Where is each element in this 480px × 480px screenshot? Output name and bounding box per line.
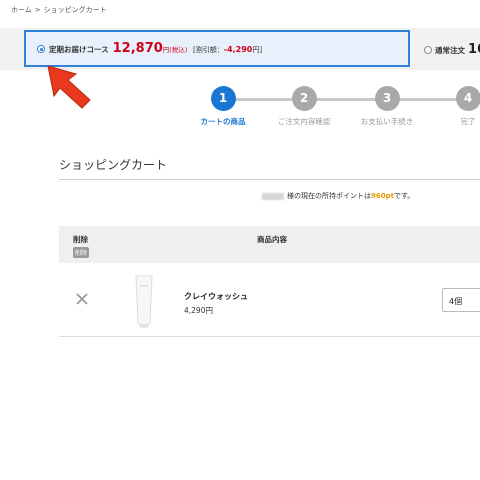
product-name[interactable]: クレイウォッシュ (184, 291, 248, 302)
step-4: 4 完了 (433, 86, 480, 127)
step-3: 3 お支払い手続き (352, 86, 422, 127)
points-info: 様の現在の所持ポイントは960ptです。 (262, 191, 414, 201)
points-text-after: です。 (393, 192, 415, 200)
step-1: 1 カートの商品 (188, 86, 258, 127)
column-header-item: 商品内容 (257, 235, 287, 244)
step-connector (225, 98, 468, 101)
cart-table-header: 削除 削除 商品内容 (59, 226, 480, 263)
page-title: ショッピングカート (59, 158, 168, 172)
quantity-select[interactable]: 4個 (442, 288, 480, 312)
close-x-icon[interactable] (75, 292, 89, 306)
breadcrumb-separator: > (34, 6, 41, 14)
column-header-delete: 削除 (73, 235, 88, 244)
breadcrumb-current: ショッピングカート (43, 6, 107, 14)
subscription-price: 12,870 (112, 41, 163, 56)
normal-order-label: 通常注文 (435, 46, 465, 55)
normal-order-option[interactable]: 通常注文16 (424, 42, 480, 57)
subscription-tax-note: 円(税込) (162, 46, 188, 54)
step-3-circle: 3 (374, 86, 400, 111)
step-2: 2 ご注文内容確認 (269, 86, 339, 127)
step-1-circle: 1 (210, 86, 236, 111)
subscription-radio-icon[interactable] (37, 45, 45, 53)
normal-order-price: 16 (468, 42, 480, 57)
blurred-username (262, 192, 284, 200)
subscription-label: 定期お届けコース (49, 45, 109, 54)
step-3-label: お支払い手続き (360, 117, 414, 126)
step-2-circle: 2 (291, 86, 317, 111)
product-price: 4,290円 (184, 306, 213, 315)
points-value: 960pt (371, 192, 394, 200)
discount-suffix: 円] (252, 46, 263, 54)
discount-amount: -4,290 (223, 45, 253, 54)
breadcrumb: ホーム > ショッピングカート (11, 5, 107, 15)
breadcrumb-home-link[interactable]: ホーム (11, 6, 32, 14)
points-honorific: 様 (287, 192, 294, 200)
step-1-label: カートの商品 (200, 117, 246, 126)
title-divider (59, 179, 480, 180)
discount-prefix: [割引額： (193, 46, 224, 54)
product-image (135, 275, 153, 328)
red-arrow-pointer-icon (47, 65, 91, 109)
cart-item-row: クレイウォッシュ 4,290円 4個 (59, 263, 480, 337)
points-text-before: の現在の所持ポイントは (294, 192, 371, 200)
checkout-steps: 1 カートの商品 2 ご注文内容確認 3 お支払い手続き 4 完了 (190, 86, 480, 130)
normal-order-radio-icon[interactable] (424, 46, 432, 54)
step-4-circle: 4 (455, 86, 480, 111)
step-4-label: 完了 (460, 117, 476, 126)
subscription-discount: [割引額：-4,290円] (193, 45, 263, 54)
delete-badge: 削除 (73, 247, 90, 258)
step-2-label: ご注文内容確認 (277, 117, 331, 126)
